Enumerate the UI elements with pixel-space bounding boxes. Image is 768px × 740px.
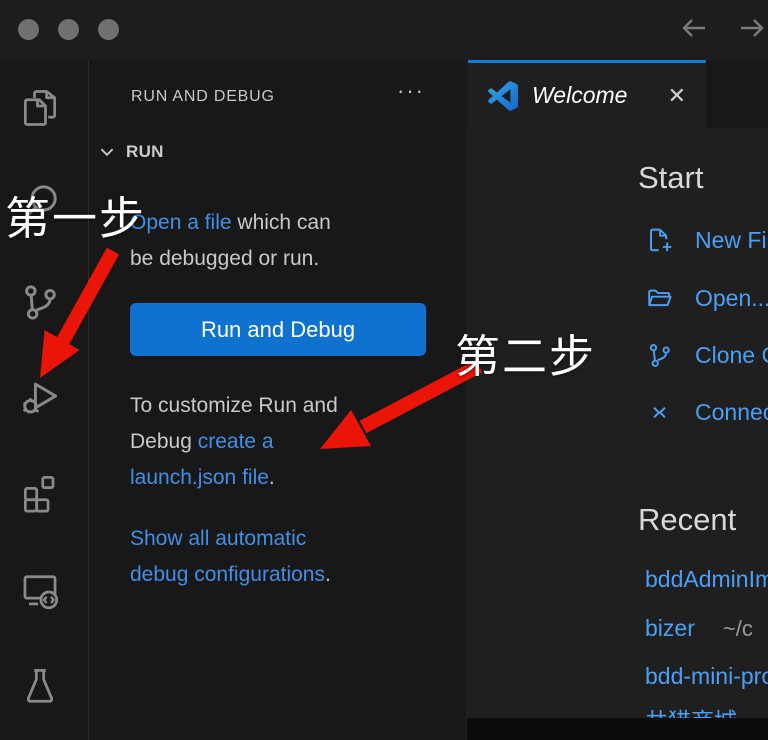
vscode-window: RUN AND DEBUG ··· RUN Open a file which … xyxy=(0,0,768,740)
activity-bar xyxy=(0,60,89,740)
customize-hint: To customize Run and Debug create a laun… xyxy=(130,388,450,496)
nav-forward-icon[interactable] xyxy=(737,13,767,43)
more-actions-button[interactable]: ··· xyxy=(397,78,425,104)
bottom-strip xyxy=(467,718,768,740)
vscode-logo-icon xyxy=(488,81,518,111)
explorer-files-icon[interactable] xyxy=(18,86,62,130)
remote-explorer-icon[interactable] xyxy=(18,568,62,612)
extensions-icon[interactable] xyxy=(18,471,62,515)
tab-bar: Welcome ✕ xyxy=(467,60,768,128)
open-file-hint: Open a file which can be debugged or run… xyxy=(130,205,440,277)
run-and-debug-button[interactable]: Run and Debug xyxy=(130,303,426,356)
recent-item[interactable]: bdd-mini-program xyxy=(645,663,768,690)
window-close-button[interactable] xyxy=(18,19,39,40)
show-all-link-line1[interactable]: Show all automatic xyxy=(130,527,306,550)
recent-item-path: ~/c xyxy=(723,616,753,641)
window-controls xyxy=(18,19,119,40)
remote-connect-icon xyxy=(645,398,674,427)
nav-back-icon[interactable] xyxy=(679,13,709,43)
run-section-header[interactable]: RUN xyxy=(98,142,164,162)
start-item-connect[interactable]: Connect to... xyxy=(645,398,768,427)
open-folder-icon xyxy=(645,284,674,313)
window-zoom-button[interactable] xyxy=(98,19,119,40)
search-icon[interactable] xyxy=(18,181,62,225)
launch-json-file-link[interactable]: launch.json file xyxy=(130,466,269,489)
start-item-clone[interactable]: Clone Git Repository... xyxy=(645,341,768,370)
run-section-label: RUN xyxy=(126,142,164,162)
chevron-down-icon xyxy=(98,143,116,161)
tab-welcome[interactable]: Welcome ✕ xyxy=(468,60,706,128)
start-heading: Start xyxy=(638,160,703,196)
create-launch-json-link[interactable]: create a xyxy=(198,430,274,453)
testing-icon[interactable] xyxy=(18,664,62,708)
new-file-icon xyxy=(645,226,674,255)
recent-item[interactable]: bddAdminImpl xyxy=(645,566,768,593)
git-clone-icon xyxy=(645,341,674,370)
open-a-file-link[interactable]: Open a file xyxy=(130,211,232,234)
start-item-new-file[interactable]: New File... xyxy=(645,226,768,255)
source-control-icon[interactable] xyxy=(18,280,62,324)
show-all-configs: Show all automatic debug configurations. xyxy=(130,521,450,593)
tab-title: Welcome xyxy=(532,82,627,109)
run-and-debug-panel: RUN AND DEBUG ··· RUN Open a file which … xyxy=(89,60,466,740)
run-debug-icon[interactable] xyxy=(18,374,62,418)
panel-title: RUN AND DEBUG xyxy=(131,88,275,106)
start-item-open[interactable]: Open... xyxy=(645,284,768,313)
editor-group: Welcome ✕ Start New File... xyxy=(467,60,768,740)
window-minimize-button[interactable] xyxy=(58,19,79,40)
recent-item[interactable]: bizer~/c xyxy=(645,615,753,642)
show-all-link-line2[interactable]: debug configurations xyxy=(130,563,325,586)
tab-close-icon[interactable]: ✕ xyxy=(668,83,686,109)
recent-heading: Recent xyxy=(638,502,736,538)
titlebar xyxy=(0,0,768,60)
